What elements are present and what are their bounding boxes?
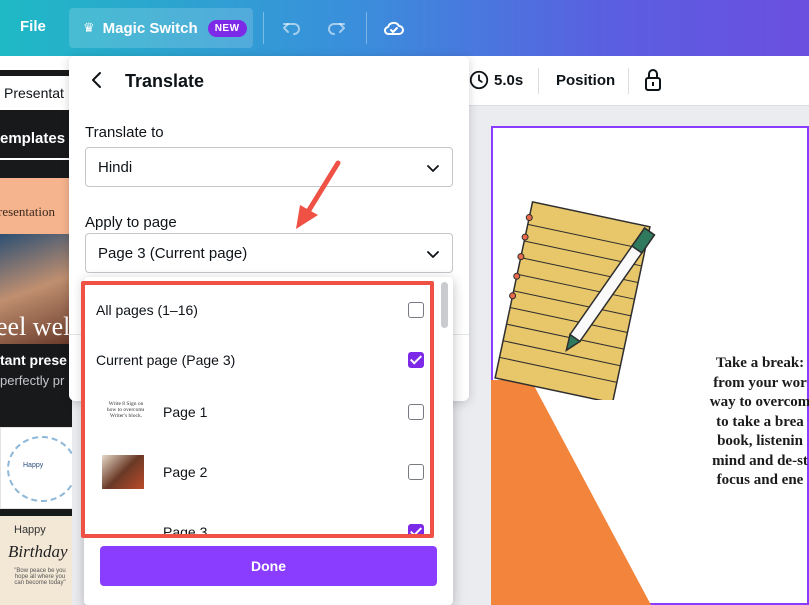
- divider: [538, 68, 539, 94]
- template-thumbnail[interactable]: Happy: [0, 427, 72, 509]
- top-bar: File ♛ Magic Switch NEW: [0, 0, 809, 56]
- chevron-down-icon: [427, 251, 439, 258]
- divider: [628, 68, 629, 94]
- crown-icon: ♛: [83, 20, 95, 35]
- file-menu-button[interactable]: File: [20, 18, 46, 35]
- page-select[interactable]: Page 3 (Current page): [85, 233, 453, 273]
- magic-switch-button[interactable]: ♛ Magic Switch NEW: [69, 8, 253, 48]
- annotation-highlight-box: [81, 281, 434, 538]
- apply-to-page-label: Apply to page: [85, 214, 177, 231]
- tab-templates[interactable]: emplates: [0, 130, 65, 147]
- annotation-arrow-icon: [296, 160, 341, 229]
- template-search-input[interactable]: Presentat: [0, 76, 72, 110]
- lock-icon[interactable]: [642, 68, 664, 92]
- translate-to-label: Translate to: [85, 124, 164, 141]
- wreath-graphic: [7, 436, 72, 502]
- chevron-down-icon: [427, 165, 439, 172]
- template-thumbnail[interactable]: Happy Birthday "Bow peace be you hope al…: [0, 516, 72, 605]
- panel-title: Translate: [125, 71, 205, 91]
- template-subtitle: perfectly pr: [0, 373, 65, 388]
- divider: [366, 12, 367, 44]
- cloud-saved-icon[interactable]: [382, 16, 406, 40]
- duration-button[interactable]: 5.0s: [494, 72, 523, 89]
- timer-icon[interactable]: [468, 69, 490, 91]
- template-thumbnail[interactable]: resentation: [0, 178, 69, 234]
- done-button[interactable]: Done: [100, 546, 437, 586]
- notebook-illustration: [494, 200, 656, 400]
- new-badge: NEW: [207, 19, 247, 37]
- undo-icon[interactable]: [279, 16, 303, 40]
- divider: [263, 12, 264, 44]
- language-select[interactable]: Hindi: [85, 147, 453, 187]
- tab-indicator: [0, 158, 69, 160]
- template-thumbnail[interactable]: eel well,: [0, 234, 69, 344]
- templates-panel: Presentat emplates resentation eel well,…: [0, 70, 72, 605]
- back-arrow-icon[interactable]: [87, 70, 107, 90]
- magic-switch-label: Magic Switch: [102, 19, 198, 37]
- redo-icon[interactable]: [325, 16, 349, 40]
- position-button[interactable]: Position: [556, 72, 615, 89]
- page-body-text: Take a break: from your wor way to overc…: [709, 355, 809, 488]
- dropdown-scrollbar[interactable]: [441, 282, 448, 328]
- template-title: tant prese: [0, 352, 67, 368]
